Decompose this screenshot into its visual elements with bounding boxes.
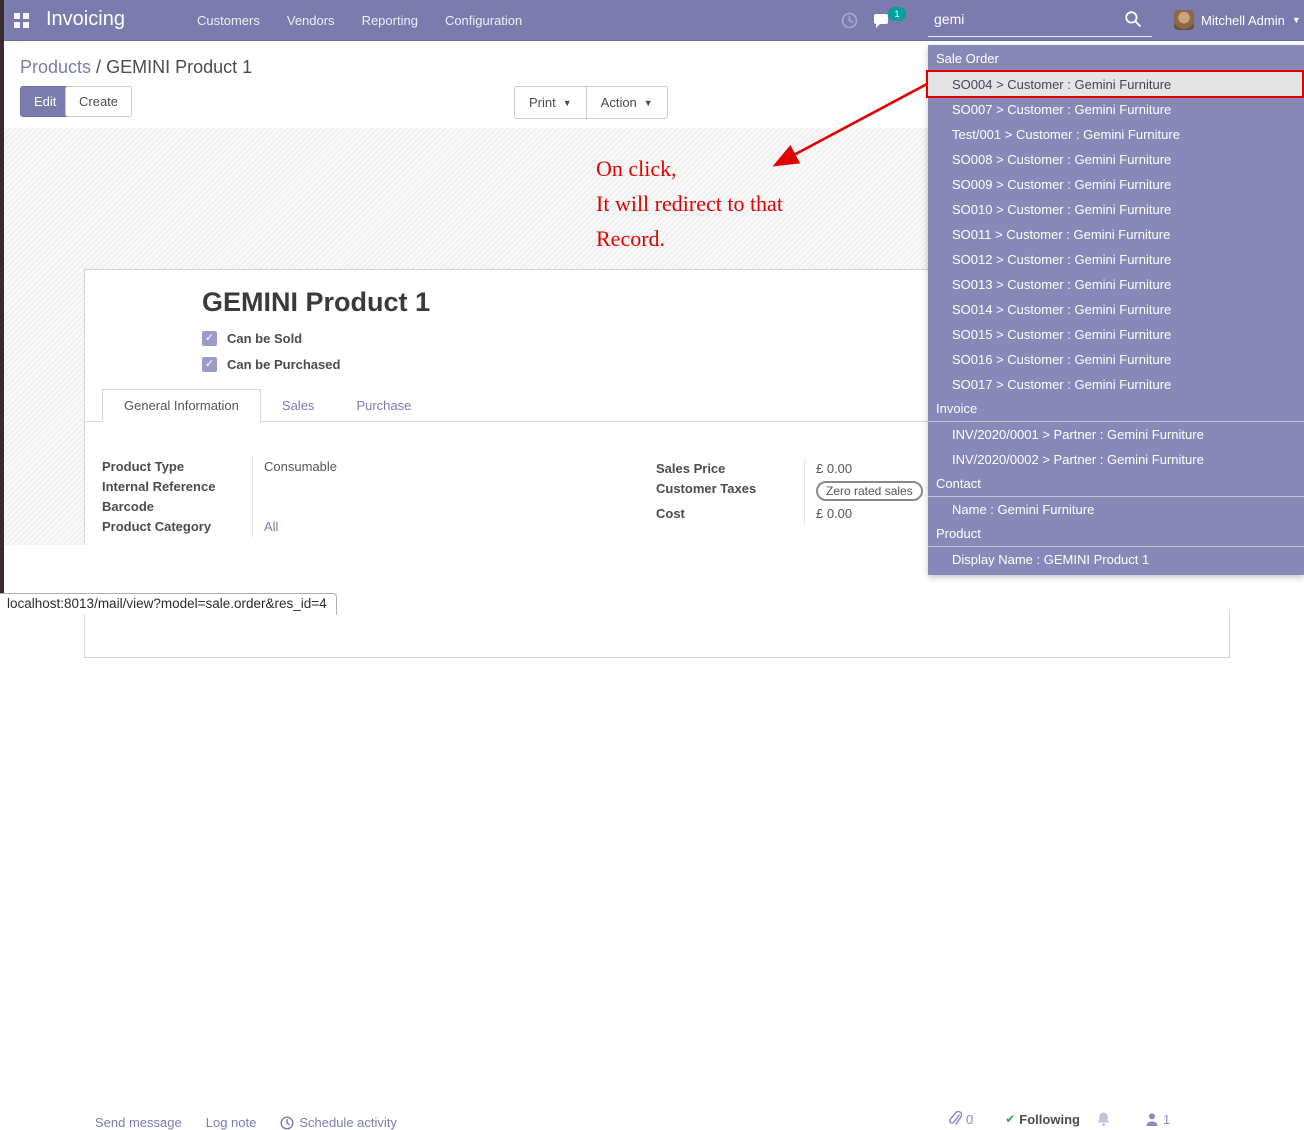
clock-icon [280, 1116, 294, 1130]
dropdown-section-invoice: Invoice [928, 397, 1304, 422]
dropdown-item[interactable]: SO008 > Customer : Gemini Furniture [928, 147, 1304, 172]
chevron-down-icon: ▼ [563, 98, 572, 108]
dropdown-item[interactable]: Test/001 > Customer : Gemini Furniture [928, 122, 1304, 147]
action-button[interactable]: Action▼ [587, 87, 667, 118]
dropdown-section-product: Product [928, 522, 1304, 547]
dropdown-item[interactable]: SO017 > Customer : Gemini Furniture [928, 372, 1304, 397]
fields-left-group: Product TypeConsumableInternal Reference… [102, 457, 532, 537]
dropdown-item[interactable]: SO016 > Customer : Gemini Furniture [928, 347, 1304, 372]
bell-icon [1096, 1111, 1111, 1127]
dropdown-item[interactable]: SO013 > Customer : Gemini Furniture [928, 272, 1304, 297]
user-avatar [1174, 10, 1194, 30]
breadcrumb-products-link[interactable]: Products [20, 57, 91, 77]
field-label: Internal Reference [102, 477, 253, 497]
top-navbar: Invoicing Customers Vendors Reporting Confi… [0, 0, 1304, 41]
checkbox-icon: ✓ [202, 331, 217, 346]
dropdown-item[interactable]: INV/2020/0002 > Partner : Gemini Furnitu… [928, 447, 1304, 472]
field-label: Sales Price [656, 459, 805, 479]
follower-bar: 0 ✔ Following 1 [948, 1111, 1170, 1127]
following-button[interactable]: ✔ Following [1005, 1112, 1080, 1127]
print-button[interactable]: Print▼ [515, 87, 586, 118]
field-value [253, 477, 533, 497]
checkbox-can-be-purchased[interactable]: ✓ Can be Purchased [202, 357, 340, 372]
breadcrumb-separator: / [91, 57, 106, 77]
chevron-down-icon: ▼ [1292, 15, 1301, 25]
field-row: Product TypeConsumable [102, 457, 532, 477]
field-label: Barcode [102, 497, 253, 517]
status-bar-url: localhost:8013/mail/view?model=sale.orde… [0, 593, 337, 615]
annotation-line: It will redirect to that [596, 186, 783, 221]
dropdown-item[interactable]: SO011 > Customer : Gemini Furniture [928, 222, 1304, 247]
product-checkboxes: ✓ Can be Sold ✓ Can be Purchased [202, 331, 340, 383]
dropdown-item[interactable]: SO004 > Customer : Gemini Furniture [928, 72, 1304, 97]
nav-menu-reporting[interactable]: Reporting [362, 13, 418, 28]
print-action-group: Print▼ Action▼ [514, 86, 668, 119]
tax-tag: Zero rated sales [816, 481, 923, 501]
field-row: Internal Reference [102, 477, 532, 497]
app-name: Invoicing [46, 8, 125, 31]
field-row: Product CategoryAll [102, 517, 532, 537]
messages-badge: 1 [888, 7, 906, 21]
field-label: Product Category [102, 517, 253, 537]
checkbox-label: Can be Sold [227, 331, 302, 346]
followers-button[interactable]: 1 [1145, 1112, 1170, 1127]
activities-icon[interactable] [841, 12, 858, 34]
window-edge [0, 0, 4, 610]
create-button[interactable]: Create [65, 86, 132, 117]
attachments-button[interactable]: 0 [948, 1111, 973, 1127]
product-title: GEMINI Product 1 [202, 287, 430, 318]
dropdown-item[interactable]: SO015 > Customer : Gemini Furniture [928, 322, 1304, 347]
breadcrumb: Products / GEMINI Product 1 [20, 57, 252, 78]
dropdown-item[interactable]: INV/2020/0001 > Partner : Gemini Furnitu… [928, 422, 1304, 447]
search-results-dropdown: Sale OrderSO004 > Customer : Gemini Furn… [928, 45, 1304, 575]
nav-menu-configuration[interactable]: Configuration [445, 13, 522, 28]
checkbox-icon: ✓ [202, 357, 217, 372]
search-text: gemi [934, 11, 964, 27]
notification-bell-button[interactable] [1096, 1111, 1111, 1127]
annotation-text: On click,It will redirect to thatRecord. [596, 151, 783, 256]
tab-purchase[interactable]: Purchase [335, 390, 432, 421]
edit-button[interactable]: Edit [20, 86, 70, 117]
field-label: Customer Taxes [656, 479, 805, 504]
field-label: Cost [656, 504, 805, 524]
checkbox-can-be-sold[interactable]: ✓ Can be Sold [202, 331, 340, 346]
checkbox-label: Can be Purchased [227, 357, 340, 372]
annotation-line: On click, [596, 151, 783, 186]
annotation-line: Record. [596, 221, 783, 256]
global-search-input[interactable]: gemi [928, 8, 1152, 37]
person-icon [1145, 1112, 1159, 1127]
dropdown-item[interactable]: SO007 > Customer : Gemini Furniture [928, 97, 1304, 122]
field-value[interactable]: All [253, 517, 533, 537]
dropdown-item[interactable]: SO009 > Customer : Gemini Furniture [928, 172, 1304, 197]
field-value: Consumable [253, 457, 533, 477]
field-label: Product Type [102, 457, 253, 477]
tab-general-information[interactable]: General Information [102, 389, 261, 422]
breadcrumb-current: GEMINI Product 1 [106, 57, 252, 77]
tab-sales[interactable]: Sales [261, 390, 336, 421]
user-menu[interactable]: Mitchell Admin ▼ [1174, 10, 1301, 30]
paperclip-icon [948, 1111, 962, 1127]
dropdown-section-contact: Contact [928, 472, 1304, 497]
check-icon: ✔ [1005, 1112, 1015, 1126]
apps-grid-icon[interactable] [14, 13, 29, 28]
log-note-link[interactable]: Log note [206, 1115, 257, 1130]
user-name: Mitchell Admin [1201, 13, 1285, 28]
dropdown-item[interactable]: SO012 > Customer : Gemini Furniture [928, 247, 1304, 272]
dropdown-item[interactable]: Name : Gemini Furniture [928, 497, 1304, 522]
field-row: Barcode [102, 497, 532, 517]
dropdown-item[interactable]: SO010 > Customer : Gemini Furniture [928, 197, 1304, 222]
navbar-menu: Customers Vendors Reporting Configuration [197, 0, 522, 41]
search-icon[interactable] [1124, 10, 1142, 28]
nav-menu-vendors[interactable]: Vendors [287, 13, 335, 28]
search-underline [928, 36, 1152, 37]
dropdown-item[interactable]: SO014 > Customer : Gemini Furniture [928, 297, 1304, 322]
send-message-link[interactable]: Send message [95, 1115, 182, 1130]
field-value [253, 497, 533, 517]
nav-menu-customers[interactable]: Customers [197, 13, 260, 28]
chevron-down-icon: ▼ [644, 98, 653, 108]
schedule-activity-link[interactable]: Schedule activity [280, 1115, 397, 1130]
dropdown-item[interactable]: Display Name : GEMINI Product 1 [928, 547, 1304, 572]
dropdown-section-sale-order: Sale Order [928, 47, 1304, 72]
